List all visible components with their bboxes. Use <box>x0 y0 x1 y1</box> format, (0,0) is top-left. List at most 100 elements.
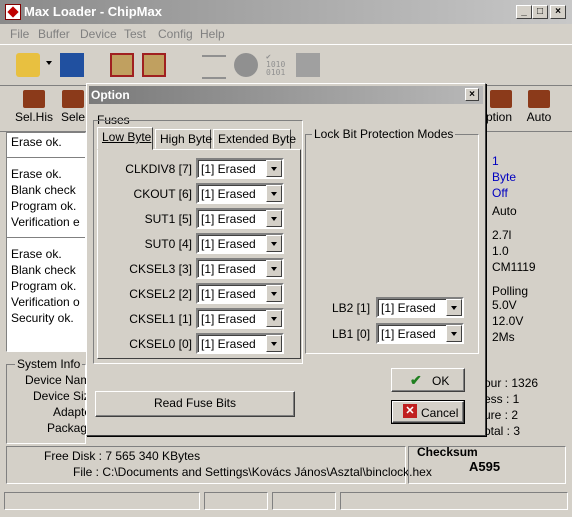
select-icon <box>62 90 84 108</box>
log-line: Verification e <box>11 215 80 229</box>
read-fuse-bits-label: Read Fuse Bits <box>153 396 237 410</box>
fuse-select[interactable]: [1] Erased <box>196 183 284 204</box>
chevron-down-icon[interactable] <box>266 235 282 252</box>
auto-button[interactable]: Auto <box>522 90 556 124</box>
fuse-row: SUT0 [4] [1] Erased <box>98 233 302 255</box>
selhis-icon <box>23 90 45 108</box>
chevron-down-icon[interactable] <box>266 185 282 202</box>
tab-high-byte[interactable]: High Byte <box>155 129 213 149</box>
menu-device[interactable]: Device <box>80 27 117 41</box>
menu-test[interactable]: Test <box>124 27 146 41</box>
lock-select[interactable]: [1] Erased <box>376 297 464 318</box>
fuse-label: CLKDIV8 [7] <box>125 162 192 176</box>
write-chip-icon[interactable] <box>142 53 166 77</box>
setting-value: 2Ms <box>492 330 515 344</box>
fuse-label: CKSEL2 [2] <box>129 287 192 301</box>
counter-row: ure : 2 <box>484 408 519 422</box>
file-info-panel: Free Disk : 7 565 340 KBytes File : C:\D… <box>6 446 432 484</box>
dropdown-arrow-icon[interactable] <box>46 61 52 65</box>
chevron-down-icon[interactable] <box>266 285 282 302</box>
fuse-select[interactable]: [1] Erased <box>196 158 284 179</box>
status-bar <box>0 490 572 514</box>
selhis-button[interactable]: Sel.His <box>14 90 54 124</box>
chevron-down-icon[interactable] <box>266 310 282 327</box>
fuse-select[interactable]: [1] Erased <box>196 283 284 304</box>
fuse-select[interactable]: [1] Erased <box>196 233 284 254</box>
counter-row: ess : 1 <box>484 392 520 406</box>
tab-high-byte-label: High Byte <box>160 132 213 146</box>
system-info-row: Device Nam <box>25 373 91 387</box>
tab-extended-byte[interactable]: Extended Byte <box>213 129 296 149</box>
menu-file[interactable]: File <box>10 27 29 41</box>
ok-label: OK <box>432 374 450 388</box>
chip-gray-icon[interactable] <box>234 53 258 77</box>
binary-icon[interactable]: ✔ 1010 0101 <box>266 53 290 77</box>
maximize-icon[interactable]: □ <box>532 5 548 19</box>
fuse-row: CKOUT [6] [1] Erased <box>98 183 302 205</box>
option-button[interactable]: Option <box>484 90 512 124</box>
programmer-icon[interactable] <box>296 53 320 77</box>
checksum-panel: Checksum A595 <box>408 445 566 484</box>
tab-extended-byte-label: Extended Byte <box>218 132 297 146</box>
select-label: Sele <box>60 110 86 124</box>
cancel-x-icon: ✕ <box>403 404 417 418</box>
chevron-down-icon[interactable] <box>266 260 282 277</box>
status-cell <box>4 492 200 510</box>
select-button[interactable]: Sele <box>58 90 88 124</box>
fuse-select-value: [1] Erased <box>201 287 256 301</box>
ok-button[interactable]: ✔ OK <box>391 368 465 392</box>
close-icon[interactable]: × <box>550 5 566 19</box>
system-info-row: Device Siz <box>33 389 90 403</box>
dialog-close-icon[interactable]: × <box>465 88 479 101</box>
log-line: Program ok. <box>11 199 77 213</box>
open-folder-icon[interactable] <box>16 53 40 77</box>
setting-value: CM1119 <box>492 260 536 274</box>
save-icon[interactable] <box>60 53 84 77</box>
system-info-legend: System Info <box>15 357 83 371</box>
window-titlebar: Max Loader - ChipMax _ □ × <box>0 0 572 24</box>
lock-bit-group: Lock Bit Protection Modes LB2 [1] [1] Er… <box>305 127 479 354</box>
setting-value: 2.7l <box>492 228 512 242</box>
counter-info: our : 1326 ess : 1 ure : 2 otal : 3 <box>480 368 570 444</box>
fuse-select[interactable]: [1] Erased <box>196 258 284 279</box>
log-line: Erase ok. <box>11 167 62 181</box>
menu-buffer[interactable]: Buffer <box>38 27 70 41</box>
checksum-label: Checksum <box>417 445 478 459</box>
chevron-down-icon[interactable] <box>266 335 282 352</box>
read-fuse-bits-button[interactable]: Read Fuse Bits <box>95 391 295 417</box>
chevron-down-icon[interactable] <box>446 299 462 316</box>
menu-config[interactable]: Config <box>158 27 193 41</box>
system-info-row: Packag <box>47 421 88 435</box>
dialog-titlebar: Option × <box>89 86 483 104</box>
cancel-button[interactable]: ✕ Cancel <box>391 400 465 424</box>
setting-value: 5.0V <box>492 298 517 312</box>
fuse-select-value: [1] Erased <box>201 312 256 326</box>
device-settings-values: 1 Byte Off Auto 2.7l 1.0 CM1119 Polling … <box>488 132 568 352</box>
fuse-select[interactable]: [1] Erased <box>196 308 284 329</box>
chevron-down-icon[interactable] <box>446 325 462 342</box>
fuse-row: CKSEL1 [1] [1] Erased <box>98 308 302 330</box>
fuse-select[interactable]: [1] Erased <box>196 208 284 229</box>
log-line: Program ok. <box>11 279 77 293</box>
setting-value: 1.0 <box>492 244 509 258</box>
lock-label: LB1 [0] <box>332 327 371 341</box>
low-byte-panel: CLKDIV8 [7] [1] Erased CKOUT [6] [1] Era… <box>97 149 301 359</box>
read-chip-icon[interactable] <box>110 53 134 77</box>
fuse-label: SUT1 [5] <box>144 212 192 226</box>
log-panel[interactable]: Erase ok. Erase ok. Blank check Program … <box>6 132 86 352</box>
chevron-down-icon[interactable] <box>266 210 282 227</box>
tab-low-byte[interactable]: Low Byte <box>97 127 153 150</box>
fuse-select[interactable]: [1] Erased <box>196 333 284 354</box>
main-toolbar: ✔ 1010 0101 <box>0 44 572 86</box>
menu-help[interactable]: Help <box>200 27 225 41</box>
minimize-icon[interactable]: _ <box>516 5 532 19</box>
free-disk-text: Free Disk : 7 565 340 KBytes <box>44 449 201 463</box>
lock-select[interactable]: [1] Erased <box>376 323 464 344</box>
fuse-select-value: [1] Erased <box>201 162 256 176</box>
log-line: Security ok. <box>11 311 74 325</box>
app-icon[interactable] <box>5 4 21 20</box>
checksum-value: A595 <box>469 459 501 474</box>
wave-icon[interactable] <box>202 55 226 79</box>
chevron-down-icon[interactable] <box>266 160 282 177</box>
fuse-select-value: [1] Erased <box>201 337 256 351</box>
